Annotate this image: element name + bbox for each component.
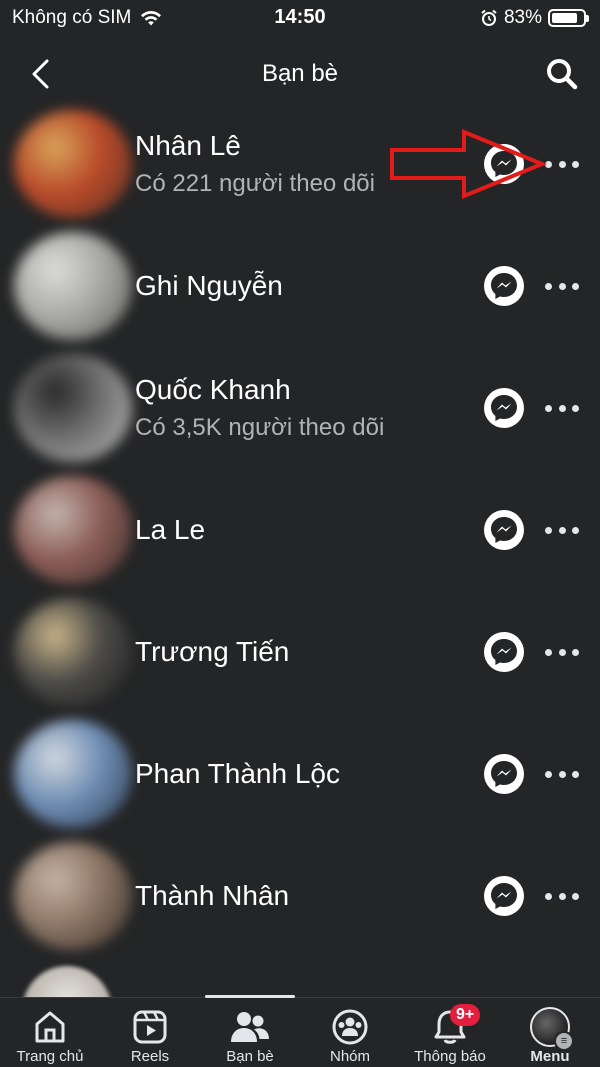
battery-fill — [552, 13, 577, 23]
dot — [558, 770, 566, 778]
friend-name[interactable]: Thành Nhân — [135, 880, 289, 912]
dot — [558, 404, 566, 412]
search-icon — [547, 59, 578, 90]
dot — [572, 526, 579, 534]
friend-avatar[interactable] — [14, 354, 132, 462]
page-title: Bạn bè — [261, 60, 339, 87]
messenger-button[interactable] — [484, 388, 524, 428]
messenger-button[interactable] — [484, 510, 524, 550]
status-right: 83% — [480, 7, 589, 29]
more-options-button[interactable] — [543, 884, 581, 908]
tab-notifications[interactable]: 9+ Thông báo — [400, 998, 500, 1067]
tab-label: Reels — [130, 1048, 170, 1065]
tab-reels[interactable]: Reels — [100, 998, 200, 1067]
more-options-button[interactable] — [543, 518, 581, 542]
friend-row[interactable]: Ghi Nguyễn — [0, 232, 600, 340]
dot — [558, 526, 566, 534]
dot — [545, 648, 552, 656]
tab-label: Thông báo — [414, 1048, 486, 1065]
menu-lines-icon: ≡ — [554, 1031, 574, 1051]
messenger-button[interactable] — [484, 754, 524, 794]
friend-row[interactable]: Thành Nhân — [0, 842, 600, 950]
battery-icon — [548, 9, 589, 27]
home-icon — [30, 1008, 70, 1046]
tab-home[interactable]: Trang chủ — [0, 998, 100, 1067]
friend-name[interactable]: Ghi Nguyễn — [135, 270, 283, 302]
dot — [572, 892, 579, 900]
dot — [572, 404, 579, 412]
dot — [572, 160, 579, 168]
friends-icon — [230, 1008, 270, 1046]
battery-percent: 83% — [503, 7, 542, 28]
dot — [558, 648, 566, 656]
reels-icon — [130, 1008, 170, 1046]
menu-avatar: ≡ — [530, 1007, 574, 1051]
more-options-button[interactable] — [543, 396, 581, 420]
dot — [558, 282, 566, 290]
friend-name[interactable]: Nhân Lê — [135, 130, 241, 162]
friend-followers: Có 3,5K người theo dõi — [135, 414, 385, 441]
friend-name[interactable]: Phan Thành Lộc — [135, 758, 340, 790]
messenger-button[interactable] — [484, 266, 524, 306]
friend-avatar[interactable] — [14, 842, 132, 950]
tab-groups[interactable]: Nhóm — [300, 998, 400, 1067]
more-options-button[interactable] — [543, 274, 581, 298]
friend-name[interactable]: Trương Tiến — [135, 636, 289, 668]
friend-name[interactable]: Quốc Khanh — [135, 374, 291, 406]
dot — [545, 892, 552, 900]
dot — [572, 648, 579, 656]
bell-icon: 9+ — [430, 1004, 481, 1046]
tab-friends[interactable]: Bạn bè — [200, 998, 300, 1067]
more-options-button[interactable] — [543, 762, 581, 786]
search-button[interactable] — [542, 54, 582, 94]
friend-row[interactable]: Phan Thành Lộc — [0, 720, 600, 828]
messenger-button[interactable] — [484, 632, 524, 672]
dot — [545, 770, 552, 778]
bottom-nav: Trang chủ Reels Bạn bè Nhóm 9+ Thông báo… — [0, 995, 600, 1067]
friend-avatar[interactable] — [14, 110, 132, 218]
more-options-button[interactable] — [543, 152, 581, 176]
messenger-icon — [491, 273, 517, 299]
annotation-arrow-icon — [390, 129, 548, 199]
alarm-icon — [481, 9, 497, 26]
tab-label: Trang chủ — [16, 1048, 84, 1065]
groups-icon — [330, 1008, 370, 1046]
dot — [558, 892, 566, 900]
messenger-icon — [491, 761, 517, 787]
friend-name[interactable]: La Le — [135, 514, 205, 546]
messenger-icon — [491, 639, 517, 665]
tab-menu[interactable]: ≡ Menu — [500, 998, 600, 1067]
profile-avatar: ≡ — [530, 1007, 574, 1051]
dot — [545, 282, 552, 290]
friend-row[interactable]: Quốc Khanh Có 3,5K người theo dõi — [0, 354, 600, 462]
status-bar: Không có SIM 14:50 83% — [0, 0, 600, 36]
dot — [545, 526, 552, 534]
messenger-icon — [491, 395, 517, 421]
tab-label: Nhóm — [329, 1048, 370, 1065]
dot — [572, 770, 579, 778]
dot — [545, 404, 552, 412]
header: Bạn bè — [0, 44, 600, 106]
friend-row[interactable]: La Le — [0, 476, 600, 584]
friend-followers: Có 221 người theo dõi — [135, 170, 375, 197]
friend-avatar[interactable] — [14, 232, 132, 340]
friend-row[interactable]: Trương Tiến — [0, 598, 600, 706]
dot — [572, 282, 579, 290]
dot — [558, 160, 566, 168]
friend-avatar[interactable] — [14, 720, 132, 828]
tab-label: Bạn bè — [226, 1048, 274, 1065]
messenger-icon — [491, 883, 517, 909]
messenger-button[interactable] — [484, 876, 524, 916]
messenger-icon — [491, 517, 517, 543]
more-options-button[interactable] — [543, 640, 581, 664]
notification-badge: 9+ — [450, 1004, 481, 1026]
friend-avatar[interactable] — [14, 476, 132, 584]
friend-avatar[interactable] — [14, 598, 132, 706]
